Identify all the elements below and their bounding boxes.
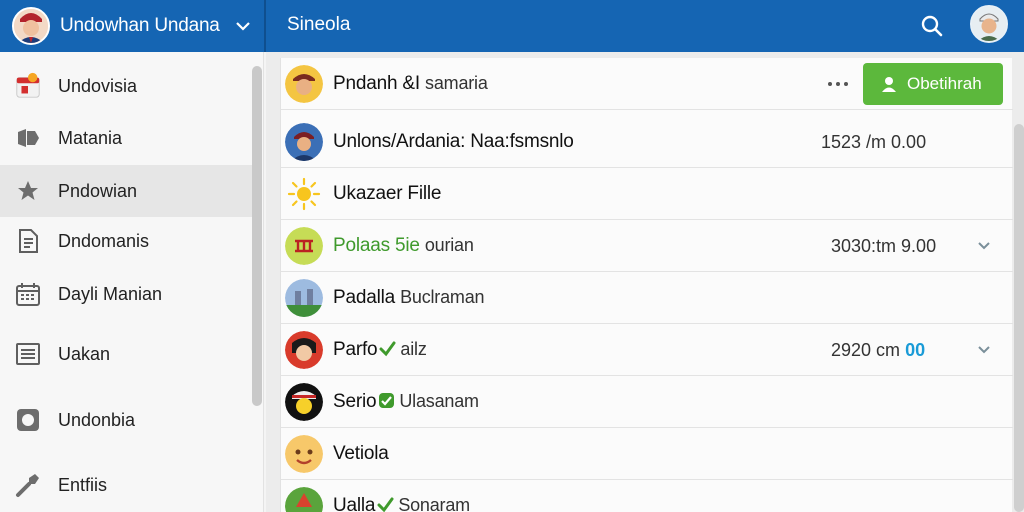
calendar-icon (14, 280, 42, 308)
person-icon (882, 77, 896, 92)
sidebar-item-label: Matania (58, 127, 123, 148)
avatar (285, 227, 323, 265)
list-item[interactable]: Polaas 5ie ourian 3030:tm 9.00 (281, 220, 1013, 272)
sidebar-item-pndowian[interactable]: Pndowian (0, 165, 252, 217)
list-item[interactable]: Serio Ulasanam (281, 376, 1013, 428)
chevron-down-icon[interactable] (977, 342, 991, 356)
list-header-row[interactable]: Pndanh &I samaria Obetihrah (281, 58, 1013, 110)
search-icon[interactable] (918, 12, 946, 40)
sidebar-item-uakan[interactable]: Uakan (0, 328, 252, 380)
calendar-gift-icon (14, 72, 42, 100)
sidebar-scrollbar[interactable] (252, 66, 262, 406)
list-item[interactable]: Ukazaer Fille (281, 168, 1013, 220)
sidebar-item-undonbia[interactable]: Undonbia (0, 394, 252, 446)
sidebar-item-entfiis[interactable]: Entfiis (0, 459, 252, 511)
sidebar-item-undovisia[interactable]: Undovisia (0, 60, 252, 112)
list-item[interactable]: Parfo ailz 2920 cm 00 (281, 324, 1013, 376)
more-options-icon[interactable] (825, 74, 851, 94)
header-divider (264, 0, 266, 52)
list-item-title: Parfo ailz (333, 339, 427, 360)
sidebar-item-label: Undovisia (58, 75, 138, 96)
list-item-title: Padalla Buclraman (333, 287, 485, 308)
list-item[interactable]: Padalla Buclraman (281, 272, 1013, 324)
sun-icon (285, 175, 323, 213)
star-icon (14, 177, 42, 205)
list-item[interactable]: Ualla Sonaram (281, 480, 1013, 512)
sidebar-item-label: Dayli Manian (58, 283, 163, 304)
circle-icon (14, 406, 42, 434)
header-row-title: Pndanh &I samaria (333, 73, 488, 94)
sidebar-item-matania[interactable]: Matania (0, 112, 252, 164)
chevron-down-icon (235, 22, 250, 31)
list-item-meta: 2920 cm 00 (831, 340, 926, 360)
sidebar-item-label: Entfiis (58, 474, 108, 495)
item-list: Pndanh &I samaria Obetihrah Unlons/Ardan… (280, 58, 1013, 512)
account-avatar (12, 7, 50, 45)
check-icon (379, 341, 396, 357)
top-bar: Undowhan Undana Sineola (0, 0, 1024, 52)
avatar (285, 435, 323, 473)
sidebar-item-label: Uakan (58, 343, 111, 364)
tag-icon (14, 124, 42, 152)
list-icon (14, 340, 42, 368)
list-scrollbar[interactable] (1014, 124, 1024, 512)
document-icon (14, 227, 42, 255)
sidebar-item-label: Undonbia (58, 409, 136, 430)
list-item-title: Polaas 5ie ourian (333, 235, 474, 256)
chevron-down-icon[interactable] (977, 238, 991, 252)
primary-action-button[interactable]: Obetihrah (863, 63, 1003, 105)
avatar (285, 487, 323, 512)
avatar (285, 383, 323, 421)
tool-icon (14, 471, 42, 499)
avatar (285, 331, 323, 369)
account-switcher[interactable]: Undowhan Undana (12, 6, 252, 46)
sidebar-item-label: Pndowian (58, 180, 138, 201)
avatar (285, 123, 323, 161)
main-panel: Pndanh &I samaria Obetihrah Unlons/Ardan… (266, 52, 1024, 512)
account-name: Undowhan Undana (60, 15, 220, 36)
avatar (285, 279, 323, 317)
list-item[interactable]: Unlons/Ardania: Naa:fsmsnlo 1523 /m 0.00 (281, 116, 1013, 168)
page-title: Sineola (287, 14, 351, 35)
sidebar-item-dndomanis[interactable]: Dndomanis (0, 215, 252, 267)
list-item-title: Vetiola (333, 443, 389, 464)
list-item-title: Serio Ulasanam (333, 391, 479, 412)
sidebar-item-dayli-manian[interactable]: Dayli Manian (0, 268, 252, 320)
list-item-meta: 1523 /m 0.00 (821, 132, 927, 152)
list-item[interactable]: Vetiola (281, 428, 1013, 480)
sidebar: Undovisia Matania Pndowian Dndomanis Day… (0, 52, 264, 512)
sidebar-item-label: Dndomanis (58, 230, 150, 251)
list-item-title: Ukazaer Fille (333, 183, 442, 204)
user-avatar[interactable] (970, 5, 1008, 43)
primary-action-label: Obetihrah (907, 74, 982, 93)
list-item-meta: 3030:tm 9.00 (831, 236, 937, 256)
check-badge-icon (379, 393, 395, 408)
check-icon (377, 497, 394, 512)
list-item-title: Ualla Sonaram (333, 495, 470, 512)
avatar (285, 65, 323, 103)
list-item-title: Unlons/Ardania: Naa:fsmsnlo (333, 131, 574, 152)
